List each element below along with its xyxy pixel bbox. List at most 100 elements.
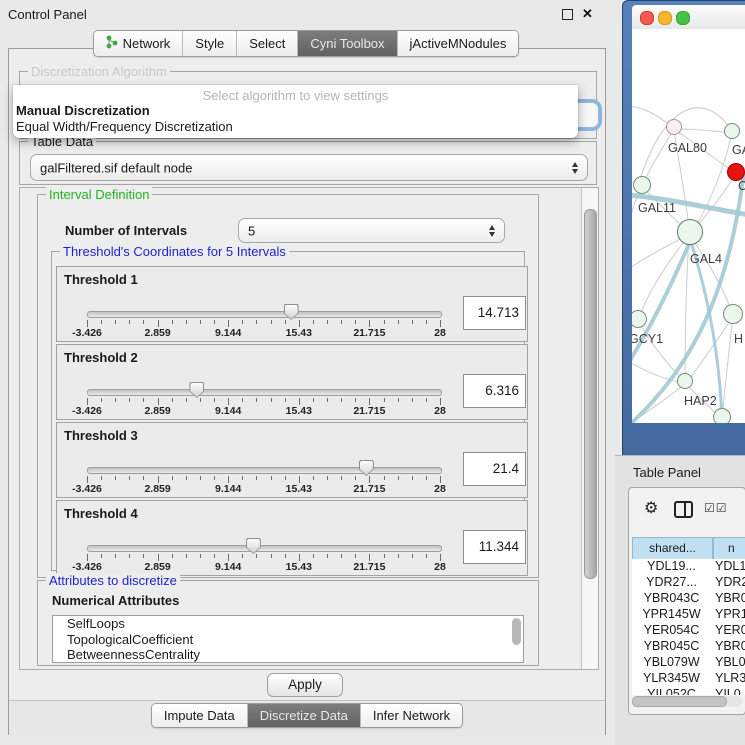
close-icon[interactable]: ✕ <box>582 6 593 22</box>
tick-mark <box>172 398 173 402</box>
vertical-scrollbar-thumb[interactable] <box>584 209 597 579</box>
network-node[interactable] <box>677 219 703 245</box>
algorithm-item[interactable]: Manual Discretization <box>16 103 150 118</box>
tick-mark <box>214 554 215 558</box>
threshold-panel: Threshold 4-3.4262.8599.14415.4321.71528… <box>56 500 528 576</box>
tick-mark <box>129 398 130 402</box>
tab-discretize-data[interactable]: Discretize Data <box>248 704 361 727</box>
horizontal-scrollbar-thumb[interactable] <box>632 696 727 707</box>
table-row[interactable]: YBR043CYBR0 <box>632 591 745 607</box>
table-row[interactable]: YLR345WYLR3 <box>632 671 745 687</box>
tick-mark <box>412 320 413 324</box>
thresholds-title: Threshold's Coordinates for 5 Intervals <box>60 244 289 259</box>
table-row[interactable]: YBR045CYBR0 <box>632 639 745 655</box>
numerical-attributes-list[interactable]: SelfLoopsTopologicalCoefficientBetweenne… <box>52 615 524 663</box>
node-label: H <box>734 332 743 346</box>
network-node[interactable] <box>723 304 743 324</box>
gear-icon[interactable]: ⚙ <box>644 498 658 518</box>
tick-mark <box>369 476 370 483</box>
app-root: Control Panel ✕ NetworkStyleSelectCyni T… <box>0 0 745 745</box>
tab-select[interactable]: Select <box>237 31 298 56</box>
table-row[interactable]: YDL19... YDL1 <box>632 559 745 575</box>
list-scrollbar-thumb[interactable] <box>512 618 521 645</box>
tick-mark <box>129 476 130 480</box>
slider-track[interactable] <box>87 311 442 318</box>
network-node[interactable] <box>677 373 693 389</box>
node-label: GCY1 <box>632 332 663 346</box>
cell-shared-name: YDL19... <box>632 559 711 573</box>
tab-infer-network[interactable]: Infer Network <box>361 704 462 727</box>
tick-mark <box>384 554 385 558</box>
tick-label: 28 <box>434 405 446 417</box>
tick-mark <box>285 320 286 324</box>
network-node[interactable] <box>724 123 740 139</box>
tick-label: 9.144 <box>215 483 241 495</box>
zoom-light[interactable] <box>676 11 690 25</box>
column-header-shared-name[interactable]: shared... <box>632 537 713 560</box>
table-panel: ⚙ ☑☑ shared... n YDL19... YDL1 YDR27...YDR… <box>628 487 745 715</box>
table-row[interactable]: YER054CYER0 <box>632 623 745 639</box>
tick-label: -3.426 <box>72 483 102 495</box>
tab-network[interactable]: Network <box>94 31 184 56</box>
close-light[interactable] <box>640 11 654 25</box>
apply-button[interactable]: Apply <box>267 673 343 697</box>
tick-mark <box>158 476 159 483</box>
vertical-scrollbar[interactable] <box>581 188 598 669</box>
tick-mark <box>285 554 286 558</box>
column-header-name[interactable]: n <box>713 537 745 560</box>
tick-label: 15.43 <box>286 405 312 417</box>
table-data-combobox[interactable]: galFiltered.sif default node <box>30 154 588 181</box>
float-window-icon[interactable] <box>562 9 573 20</box>
tick-mark <box>143 398 144 402</box>
tab-jactivemnodules[interactable]: jActiveMNodules <box>398 31 519 56</box>
cell-name: YPR1 <box>715 607 745 621</box>
slider-track[interactable] <box>87 545 442 552</box>
threshold-value-field[interactable]: 21.4 <box>463 452 526 486</box>
attribute-list-item[interactable]: SelfLoops <box>53 616 523 632</box>
network-node[interactable] <box>713 408 731 423</box>
tick-mark <box>200 320 201 324</box>
attribute-list-item[interactable]: BetweennessCentrality <box>53 647 523 663</box>
network-view-window: GAL80GACGAL11GAL4GCY1HHAP2 <box>622 0 745 456</box>
tick-mark <box>242 476 243 480</box>
table-row[interactable]: YBL079WYBL0 <box>632 655 745 671</box>
tick-mark <box>87 398 88 405</box>
table-row[interactable]: YIL052CYIL0 <box>632 687 745 695</box>
minimize-light[interactable] <box>658 11 672 25</box>
threshold-value-field[interactable]: 6.316 <box>463 374 526 408</box>
algorithm-item[interactable]: Equal Width/Frequency Discretization <box>16 119 233 134</box>
tab-impute-data[interactable]: Impute Data <box>152 704 248 727</box>
checkbox-icons[interactable]: ☑☑ <box>704 501 728 515</box>
table-data-group: Table Data galFiltered.sif default node <box>19 141 597 185</box>
slider-tick-labels: -3.4262.8599.14415.4321.71528 <box>87 327 440 339</box>
tick-label: 2.859 <box>144 561 170 573</box>
cell-name: YBL0 <box>715 655 745 669</box>
number-of-intervals-combobox[interactable]: 5 <box>238 218 505 243</box>
slider-track[interactable] <box>87 467 442 474</box>
threshold-value-field[interactable]: 14.713 <box>463 296 526 330</box>
slider-track[interactable] <box>87 389 442 396</box>
table-row[interactable]: YDR27...YDR2 <box>632 575 745 591</box>
cell-name: YDL1 <box>715 559 745 573</box>
split-columns-icon[interactable] <box>674 501 693 518</box>
tick-mark <box>228 398 229 405</box>
tick-mark <box>285 398 286 402</box>
horizontal-scrollbar[interactable] <box>632 696 742 707</box>
attribute-list-item[interactable]: TopologicalCoefficient <box>53 632 523 648</box>
tab-cyni-toolbox[interactable]: Cyni Toolbox <box>298 31 397 56</box>
threshold-panel: Threshold 1 -3.4262.8599.14415.4321.71528… <box>56 266 528 342</box>
tab-style[interactable]: Style <box>183 31 237 56</box>
tick-mark <box>242 554 243 558</box>
threshold-label: Threshold 1 <box>64 272 138 287</box>
tab-label: Discretize Data <box>260 708 348 723</box>
threshold-value-field[interactable]: 11.344 <box>463 530 526 564</box>
network-node[interactable] <box>633 176 651 194</box>
network-window-titlebar <box>632 5 745 30</box>
table-row[interactable]: YPR145WYPR1 <box>632 607 745 623</box>
network-node[interactable] <box>666 119 682 135</box>
tick-mark <box>299 554 300 561</box>
tick-mark <box>412 476 413 480</box>
tick-mark <box>172 554 173 558</box>
tick-mark <box>299 398 300 405</box>
network-canvas[interactable]: GAL80GACGAL11GAL4GCY1HHAP2 <box>632 29 745 423</box>
